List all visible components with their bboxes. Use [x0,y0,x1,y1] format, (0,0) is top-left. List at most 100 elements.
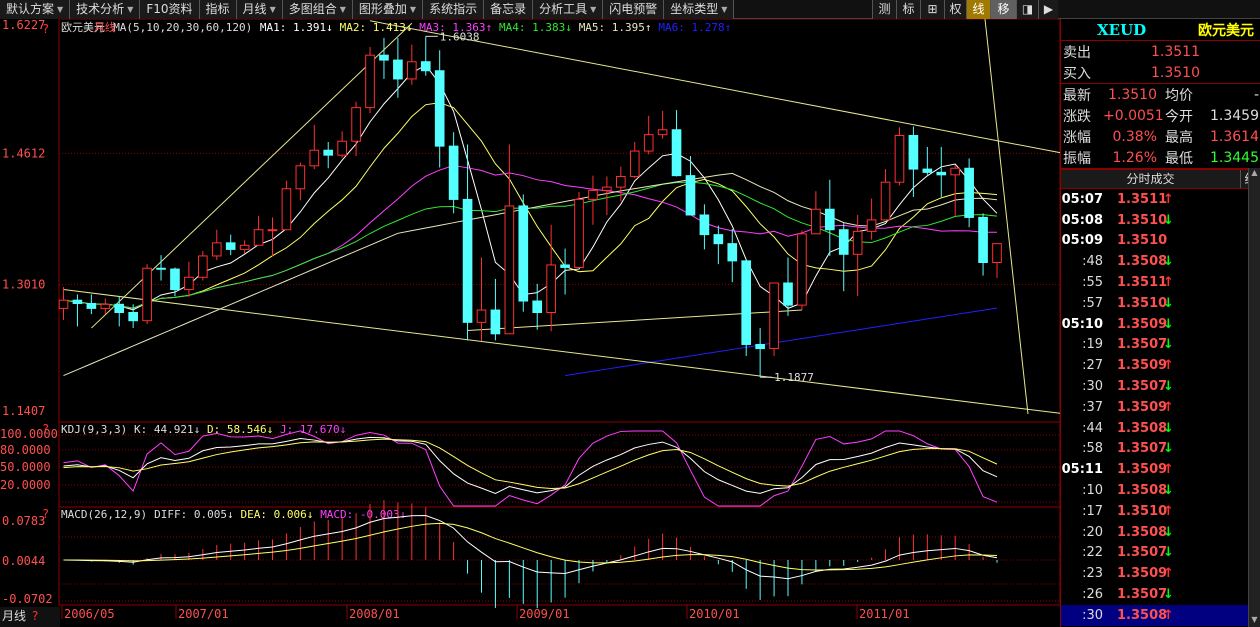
ma1-label: MA1: 1.391↓ [260,21,333,34]
tick-row[interactable]: :58 1.3507 ↓ [1061,439,1260,460]
toolbar-right-item-7[interactable]: ▶ [1038,0,1058,19]
help-icon: ? [42,507,49,521]
toolbar-item-6[interactable]: 图形叠加 ▼ [352,0,424,19]
tick-price: 1.3510 [1117,212,1168,228]
symbol-code: XEUD [1097,20,1147,39]
tick-row[interactable]: 05:08 1.3510 ↓ [1061,210,1260,231]
tick-row[interactable]: 05:11 1.3509 ↑ [1061,459,1260,480]
x-tick-label: 2009/01 [519,607,570,621]
tick-row[interactable]: :22 1.3507 ↓ [1061,543,1260,564]
tick-row[interactable]: 05:09 1.3510 [1061,231,1260,252]
tick-row[interactable]: :20 1.3508 ↓ [1061,522,1260,543]
tick-row[interactable]: :26 1.3507 ↓ [1061,584,1260,605]
arrow-down-icon: ↓ [1163,337,1174,353]
tick-time: :10 [1082,483,1103,499]
tick-row[interactable]: :37 1.3509 ↑ [1061,397,1260,418]
toolbar-right-item-4[interactable]: 线 [966,0,990,19]
tick-time: :48 [1082,254,1103,270]
kdj-d-line [63,438,998,489]
candle-body [170,268,180,291]
toolbar-right-item-5[interactable]: 移 [990,0,1016,19]
candle-body [671,129,682,177]
candle-body [490,309,501,335]
scroll-down-icon[interactable]: ▼ [1249,615,1260,627]
arrow-up-icon: ↑ [1163,462,1174,478]
y-tick-label: 1.1407 [2,404,45,418]
arrow-up-icon: ↑ [1163,191,1174,207]
toolbar-item-4[interactable]: 月线 ▼ [236,0,283,19]
tick-row[interactable]: :30 1.3507 ↓ [1061,376,1260,397]
toolbar-right-item-0[interactable]: 测 [872,0,896,19]
candle-body [824,208,835,231]
toolbar-item-3[interactable]: 指标 [199,0,237,19]
tick-row[interactable]: :10 1.3508 ↓ [1061,480,1260,501]
candle-body [100,303,111,309]
period-tab[interactable]: 月线? [0,607,60,627]
candle-body [685,175,696,216]
candle-body [72,299,83,304]
candle-body [504,205,515,335]
tick-row[interactable]: :30 1.3508 ↑ [1061,604,1260,626]
tick-price: 1.3509 [1117,399,1168,415]
tick-row[interactable]: :55 1.3511 ↑ [1061,272,1260,293]
toolbar-item-11[interactable]: 坐标类型 ▼ [664,0,735,19]
tick-time: 05:09 [1061,233,1103,249]
tick-row[interactable]: :19 1.3507 ↓ [1061,335,1260,356]
candle-body [629,150,640,177]
candlestick-chart[interactable]: 1.62271.46121.30101.1407100.000080.00005… [0,19,1060,627]
arrow-down-icon: ↓ [1163,254,1174,270]
candle-body [546,264,556,313]
tick-row[interactable]: :57 1.3510 ↓ [1061,293,1260,314]
toolbar-item-10[interactable]: 闪电预警 [603,0,665,19]
toolbar-right-item-2[interactable]: ⊞ [920,0,944,19]
tick-time: :58 [1082,441,1103,457]
tick-price: 1.3507 [1117,587,1168,603]
candle-body [588,189,598,200]
toolbar-item-label: 分析工具 [539,1,588,16]
toolbar-right-item-6[interactable]: ◨ [1016,0,1038,19]
toolbar-item-5[interactable]: 多图组合 ▼ [282,0,353,19]
tick-row[interactable]: :44 1.3508 ↓ [1061,418,1260,439]
stat-label-2: 最低 [1165,150,1193,167]
quote-title: XEUD 欧元美元 [1061,19,1260,41]
tick-time: :20 [1082,524,1103,540]
arrow-down-icon: ↓ [1163,295,1174,311]
tick-row[interactable]: 05:07 1.3511 ↑ [1061,189,1260,210]
scroll-up-icon[interactable]: ▲ [1249,168,1260,180]
tick-row[interactable]: 05:10 1.3509 ↓ [1061,314,1260,335]
toolbar-item-2[interactable]: F10资料 [140,0,200,19]
tick-row[interactable]: :27 1.3509 ↑ [1061,355,1260,376]
candle-body [365,54,375,109]
toolbar-item-8[interactable]: 备忘录 [484,0,534,19]
toolbar-item-7[interactable]: 系统指示 [423,0,485,19]
candle-body [239,244,250,250]
tick-list: 05:07 1.3511 ↑ 05:08 1.3510 ↓ 05:09 1.3510:48 1.… [1061,189,1260,626]
kdj-params: KDJ(9,3,3) [61,423,127,436]
toolbar-item-1[interactable]: 技术分析 ▼ [70,0,141,19]
candle-body [309,149,320,167]
candle-body [560,264,570,268]
candle-body [727,243,738,262]
tick-price: 1.3510 [1117,503,1168,519]
candle-body [379,54,389,61]
candle-body [128,311,138,322]
toolbar-item-label: 指标 [205,1,230,16]
tick-row[interactable]: :23 1.3509 ↑ [1061,563,1260,584]
stat-label-2: 最高 [1165,129,1193,146]
toolbar-right-item-3[interactable]: 权 [944,0,966,19]
candle-body [323,149,334,156]
toolbar-item-label: 系统指示 [429,1,478,16]
y-tick-label: 0.0044 [2,554,45,568]
stat-value-2: - [1253,86,1259,103]
tick-time: :44 [1082,420,1103,436]
stat-label: 涨幅 [1063,129,1091,146]
toolbar-item-9[interactable]: 分析工具 ▼ [533,0,604,19]
tick-row[interactable]: :17 1.3510 ↑ [1061,501,1260,522]
tick-row[interactable]: :48 1.3508 ↓ [1061,251,1260,272]
quote-stat-row: 最新 1.3510 均价 - [1061,84,1260,105]
stat-label: 振幅 [1063,150,1091,167]
toolbar-item-0[interactable]: 默认方案 ▼ [0,0,71,19]
toolbar-right-item-1[interactable]: 标 [896,0,920,19]
tick-scrollbar[interactable]: ▲ ▼ [1248,168,1260,627]
ma-params: MA(5,10,20,30,60,120) [113,21,252,34]
